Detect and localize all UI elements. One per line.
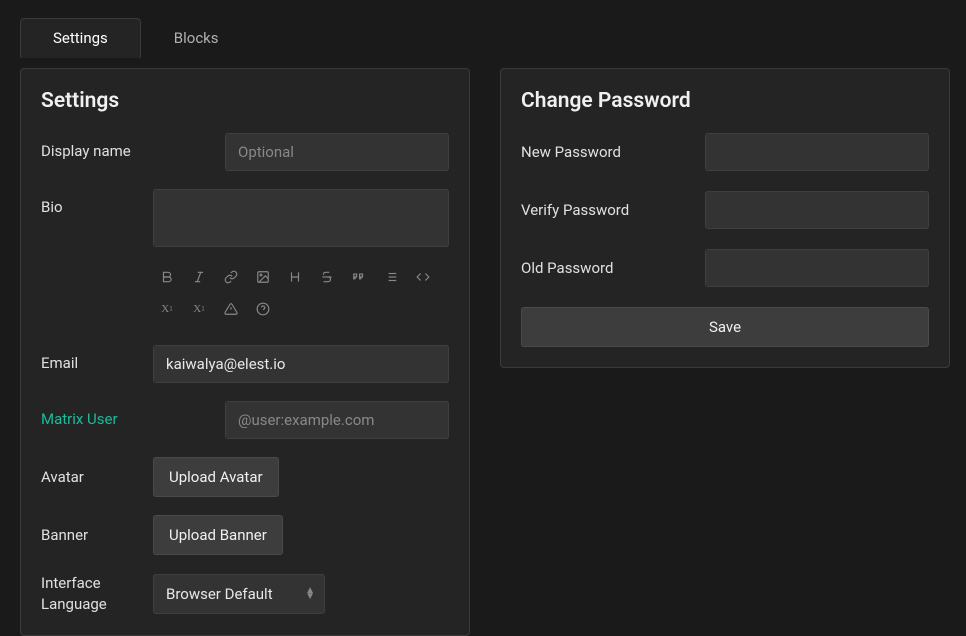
verify-password-input[interactable] [705, 191, 929, 229]
tab-settings[interactable]: Settings [20, 18, 141, 58]
settings-title: Settings [41, 89, 449, 113]
help-icon[interactable] [249, 295, 277, 323]
image-icon[interactable] [249, 263, 277, 291]
new-password-label: New Password [521, 143, 705, 161]
bio-label: Bio [41, 189, 153, 216]
change-password-card: Change Password New Password Verify Pass… [500, 68, 950, 368]
new-password-row: New Password [521, 133, 929, 171]
bio-row: Bio X1 X1 [41, 189, 449, 327]
avatar-label: Avatar [41, 468, 153, 486]
tabs-bar: Settings Blocks [0, 0, 966, 58]
new-password-input[interactable] [705, 133, 929, 171]
old-password-input[interactable] [705, 249, 929, 287]
interface-language-row: Interface Language Browser Default ▲▼ [41, 573, 449, 615]
display-name-row: Display name [41, 133, 449, 171]
avatar-row: Avatar Upload Avatar [41, 457, 449, 497]
bio-textarea[interactable] [153, 189, 449, 247]
interface-language-select[interactable]: Browser Default [153, 574, 325, 614]
strikethrough-icon[interactable] [313, 263, 341, 291]
italic-icon[interactable] [185, 263, 213, 291]
link-icon[interactable] [217, 263, 245, 291]
superscript-icon[interactable]: X1 [185, 295, 213, 323]
upload-banner-button[interactable]: Upload Banner [153, 515, 283, 555]
upload-avatar-button[interactable]: Upload Avatar [153, 457, 279, 497]
email-label: Email [41, 345, 153, 372]
list-icon[interactable] [377, 263, 405, 291]
heading-icon[interactable] [281, 263, 309, 291]
old-password-row: Old Password [521, 249, 929, 287]
interface-language-label: Interface Language [41, 573, 153, 615]
panels-container: Settings Display name Bio [0, 58, 966, 636]
old-password-label: Old Password [521, 259, 705, 277]
bio-toolbar: X1 X1 [153, 259, 449, 327]
matrix-user-row: Matrix User [41, 401, 449, 439]
quote-icon[interactable] [345, 263, 373, 291]
matrix-user-label[interactable]: Matrix User [41, 401, 153, 428]
display-name-input[interactable] [225, 133, 449, 171]
settings-card: Settings Display name Bio [20, 68, 470, 636]
banner-row: Banner Upload Banner [41, 515, 449, 555]
email-row: Email [41, 345, 449, 383]
verify-password-label: Verify Password [521, 201, 705, 219]
subscript-icon[interactable]: X1 [153, 295, 181, 323]
banner-label: Banner [41, 526, 153, 544]
tab-blocks[interactable]: Blocks [141, 18, 252, 58]
display-name-label: Display name [41, 133, 153, 160]
spoiler-icon[interactable] [217, 295, 245, 323]
save-button[interactable]: Save [521, 307, 929, 347]
matrix-user-input[interactable] [225, 401, 449, 439]
change-password-title: Change Password [521, 89, 929, 113]
verify-password-row: Verify Password [521, 191, 929, 229]
bold-icon[interactable] [153, 263, 181, 291]
code-icon[interactable] [409, 263, 437, 291]
email-input[interactable] [153, 345, 449, 383]
